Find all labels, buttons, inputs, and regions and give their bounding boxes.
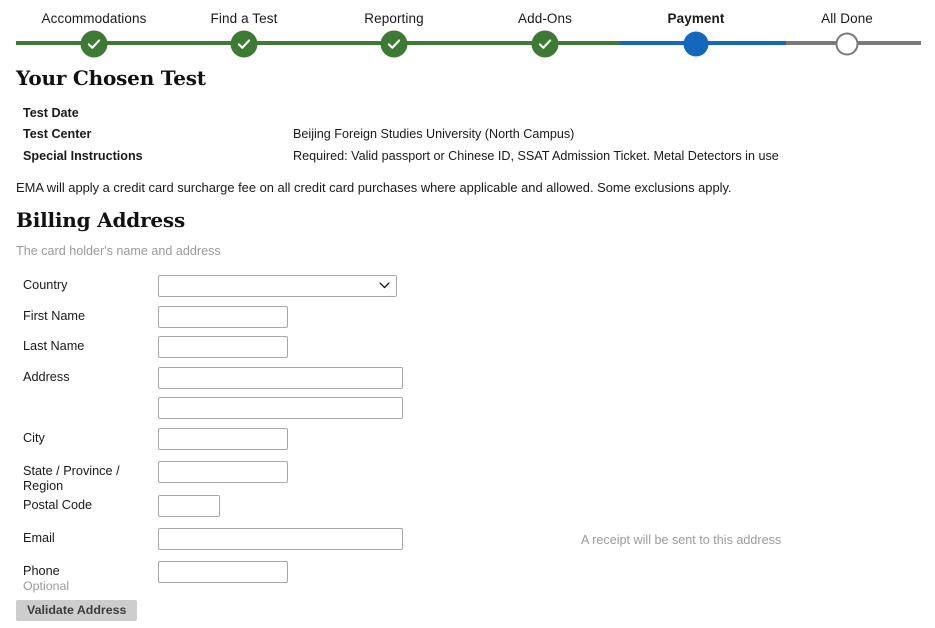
field-row-address-line-2: [0, 394, 935, 425]
state-input[interactable]: [158, 460, 288, 483]
field-row-phone: Phone Optional: [0, 558, 935, 593]
control-country: [158, 275, 397, 297]
field-row-country: Country: [0, 272, 935, 303]
detail-row-test-center: Test Center Beijing Foreign Studies Univ…: [16, 127, 916, 148]
country-select-wrapper: [158, 275, 397, 297]
detail-value: Beijing Foreign Studies University (Nort…: [293, 127, 575, 142]
step-label-accommodations: Accommodations: [41, 11, 147, 26]
step-label-payment: Payment: [667, 11, 725, 26]
progress-stepper: Accommodations Find a Test Reporting Add…: [0, 0, 935, 60]
control-address-line-1: [158, 366, 403, 389]
step-node-accommodations[interactable]: [80, 30, 108, 58]
control-email: [158, 527, 403, 550]
label-phone: Phone Optional: [23, 564, 151, 594]
step-label-find-a-test: Find a Test: [210, 11, 278, 26]
email-input[interactable]: [158, 527, 403, 550]
country-select[interactable]: [158, 275, 397, 297]
field-row-address-line-1: Address: [0, 364, 935, 395]
step-label-reporting: Reporting: [364, 11, 424, 26]
label-last-name: Last Name: [23, 339, 85, 354]
label-city: City: [23, 430, 45, 445]
detail-key: Test Date: [23, 106, 79, 120]
field-row-postal-code: Postal Code: [0, 492, 935, 525]
step-node-reporting[interactable]: [380, 30, 408, 58]
check-icon: [87, 39, 101, 49]
label-phone-optional: Optional: [23, 578, 70, 593]
chosen-test-details: Test Date Test Center Beijing Foreign St…: [16, 106, 916, 170]
surcharge-note: EMA will apply a credit card surcharge f…: [16, 180, 732, 195]
label-country: Country: [23, 278, 68, 292]
validate-address-button[interactable]: Validate Address: [16, 600, 138, 621]
stepper-track: [16, 41, 921, 45]
control-state: [158, 460, 288, 483]
step-node-all-done[interactable]: [835, 32, 859, 56]
detail-key: Test Center: [23, 127, 92, 142]
detail-row-test-date: Test Date: [16, 106, 916, 127]
label-first-name: First Name: [23, 308, 86, 323]
label-phone-text: Phone: [23, 563, 60, 578]
first-name-input[interactable]: [158, 305, 288, 328]
last-name-input[interactable]: [158, 336, 288, 359]
field-row-city: City: [0, 425, 935, 458]
city-input[interactable]: [158, 427, 288, 450]
step-node-find-a-test[interactable]: [230, 30, 258, 58]
field-row-last-name: Last Name: [0, 333, 935, 364]
step-node-payment[interactable]: [683, 31, 709, 57]
billing-address-form: Country First Name Last Name Address Cit…: [0, 272, 935, 593]
detail-row-special-instructions: Special Instructions Required: Valid pas…: [16, 149, 916, 170]
billing-subtitle: The card holder's name and address: [16, 244, 221, 258]
field-row-state: State / Province / Region: [0, 458, 935, 493]
control-phone: [158, 560, 288, 583]
check-icon: [237, 39, 251, 49]
label-postal-code: Postal Code: [23, 497, 93, 512]
control-postal-code: [158, 494, 220, 517]
address-line-2-input[interactable]: [158, 397, 403, 420]
control-last-name: [158, 336, 288, 359]
address-line-1-input[interactable]: [158, 366, 403, 389]
detail-key: Special Instructions: [23, 148, 143, 163]
step-node-add-ons[interactable]: [531, 30, 559, 58]
field-row-email: Email A receipt will be sent to this add…: [0, 525, 935, 558]
label-email: Email: [23, 530, 55, 545]
stepper-labels: Accommodations Find a Test Reporting Add…: [0, 0, 935, 30]
check-icon: [387, 39, 401, 49]
control-city: [158, 427, 288, 450]
field-row-first-name: First Name: [0, 303, 935, 334]
phone-input[interactable]: [158, 560, 288, 583]
postal-code-input[interactable]: [158, 494, 220, 517]
control-first-name: [158, 305, 288, 328]
label-state: State / Province / Region: [23, 463, 120, 493]
page-title-billing-address: Billing Address: [16, 208, 186, 232]
label-address: Address: [23, 369, 70, 384]
page-title-chosen-test: Your Chosen Test: [16, 66, 206, 90]
check-icon: [538, 39, 552, 49]
step-label-add-ons: Add-Ons: [518, 11, 572, 26]
detail-value: Required: Valid passport or Chinese ID, …: [293, 148, 779, 163]
control-address-line-2: [158, 397, 403, 420]
step-label-all-done: All Done: [821, 11, 873, 26]
email-receipt-hint: A receipt will be sent to this address: [581, 532, 782, 547]
